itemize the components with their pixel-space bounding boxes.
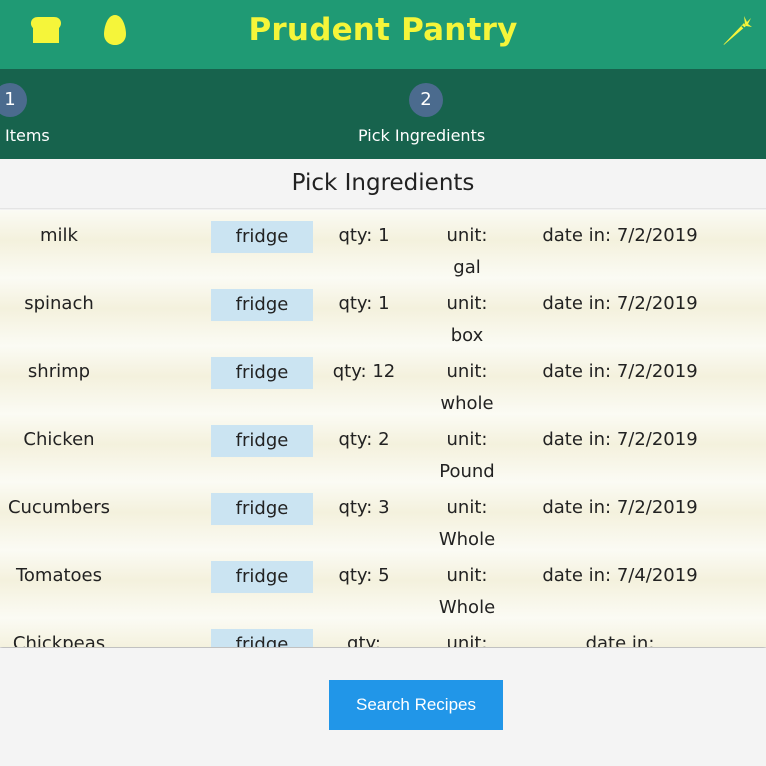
- step-number: 1: [0, 83, 27, 117]
- list-item[interactable]: Chicken fridge qty: 2 unit: Pound date i…: [0, 414, 766, 482]
- item-qty: qty: 5: [338, 565, 390, 586]
- item-name: Chicken: [23, 429, 95, 450]
- item-date: date in: 7/2/2019: [542, 293, 698, 314]
- location-badge: fridge: [211, 221, 313, 253]
- item-unit: Whole: [438, 529, 496, 550]
- app-title: Prudent Pantry: [248, 12, 518, 48]
- item-unit: box: [450, 325, 484, 346]
- list-item[interactable]: milk fridge qty: 1 unit: gal date in: 7/…: [0, 210, 766, 278]
- item-name: Tomatoes: [15, 565, 103, 586]
- list-item[interactable]: Chickpeas fridge qty: unit: date in:: [0, 618, 766, 647]
- item-date: date in: 7/4/2019: [542, 565, 698, 586]
- item-unit-label: unit:: [446, 225, 488, 246]
- location-badge: fridge: [211, 629, 313, 647]
- item-qty: qty: 1: [338, 225, 390, 246]
- item-unit: gal: [453, 257, 481, 278]
- list-item[interactable]: shrimp fridge qty: 12 unit: whole date i…: [0, 346, 766, 414]
- item-unit-label: unit:: [446, 497, 488, 518]
- item-name: spinach: [24, 293, 94, 314]
- item-qty: qty:: [347, 633, 381, 647]
- search-recipes-button[interactable]: Search Recipes: [329, 680, 503, 730]
- step-label: Items: [5, 126, 50, 145]
- step-label: Pick Ingredients: [358, 126, 486, 145]
- item-qty: qty: 2: [338, 429, 390, 450]
- item-name: Cucumbers: [7, 497, 111, 518]
- item-unit-label: unit:: [446, 565, 488, 586]
- item-name: milk: [40, 225, 78, 246]
- item-unit: whole: [440, 393, 494, 414]
- item-unit-label: unit:: [446, 429, 488, 450]
- item-unit: Pound: [439, 461, 495, 482]
- item-qty: qty: 12: [332, 361, 396, 382]
- item-name: shrimp: [27, 361, 91, 382]
- item-date: date in: 7/2/2019: [542, 429, 698, 450]
- item-date: date in: 7/2/2019: [542, 225, 698, 246]
- list-item[interactable]: spinach fridge qty: 1 unit: box date in:…: [0, 278, 766, 346]
- footer: Search Recipes: [0, 648, 766, 766]
- location-badge: fridge: [211, 561, 313, 593]
- item-qty: qty: 3: [338, 497, 390, 518]
- list-item[interactable]: Cucumbers fridge qty: 3 unit: Whole date…: [0, 482, 766, 550]
- location-badge: fridge: [211, 357, 313, 389]
- step-number: 2: [409, 83, 443, 117]
- item-unit-label: unit:: [446, 633, 488, 647]
- stepper: 1 Items 2 Pick Ingredients: [0, 69, 766, 159]
- item-unit-label: unit:: [446, 293, 488, 314]
- app-header: Prudent Pantry: [0, 0, 766, 69]
- item-unit: Whole: [438, 597, 496, 618]
- item-date: date in:: [585, 633, 655, 647]
- location-badge: fridge: [211, 289, 313, 321]
- item-date: date in: 7/2/2019: [542, 497, 698, 518]
- item-unit-label: unit:: [446, 361, 488, 382]
- carrot-icon[interactable]: [722, 14, 752, 50]
- item-qty: qty: 1: [338, 293, 390, 314]
- section-title: Pick Ingredients: [0, 159, 766, 209]
- location-badge: fridge: [211, 493, 313, 525]
- item-name: Chickpeas: [12, 633, 106, 647]
- ingredient-list[interactable]: milk fridge qty: 1 unit: gal date in: 7/…: [0, 210, 766, 647]
- list-item[interactable]: Tomatoes fridge qty: 5 unit: Whole date …: [0, 550, 766, 618]
- item-date: date in: 7/2/2019: [542, 361, 698, 382]
- location-badge: fridge: [211, 425, 313, 457]
